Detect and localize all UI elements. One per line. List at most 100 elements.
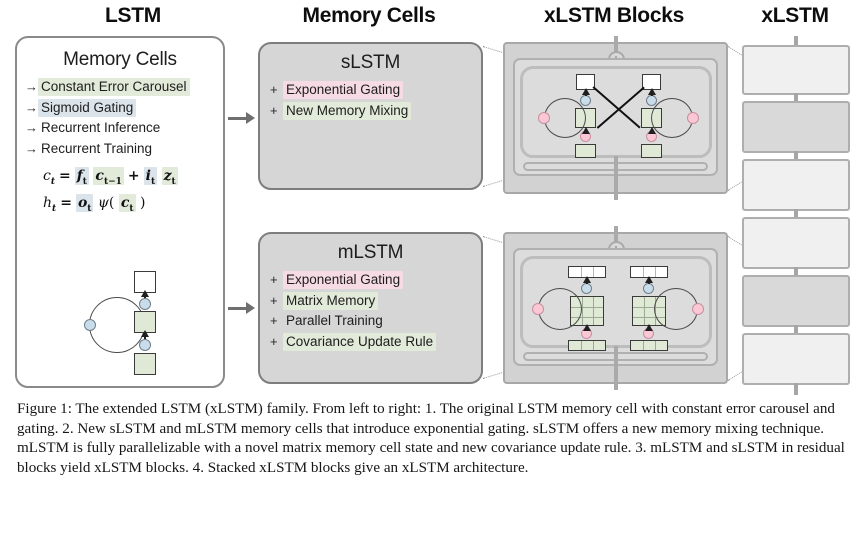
output-gate-circle [581,283,592,294]
eq-sym-c: c [43,168,51,185]
input-cell [641,144,662,158]
arrow-bullet-icon: → [25,120,38,136]
eq-sub-t: t [150,176,156,187]
feature-label: Matrix Memory [283,291,379,310]
list-item: + Exponential Gating [270,81,481,99]
lstm-feature-list: → Constant Error Carousel → Sigmoid Gating… [17,78,223,157]
column-title-memory-cells: Memory Cells [302,4,436,27]
residual-output-stem [614,156,618,200]
eq-sym-z: z [163,168,172,185]
feature-label: Constant Error Carousel [38,78,190,96]
arrow-up-icon [581,127,590,134]
stack-block-3 [742,159,850,211]
lstm-equations: ct = ft ct−1 + it zt ht = ot ψ( ct ) [43,167,223,214]
recurrence-loop [544,98,586,138]
plus-bullet-icon: + [270,102,278,118]
gate-circle-blue [84,319,96,331]
covariance-update-circle [692,303,704,315]
memory-mix-circle [538,112,550,124]
mlstm-feature-list: + Exponential Gating + Matrix Memory + Para… [260,271,481,352]
mlstm-panel-title: mLSTM [337,242,404,263]
residual-output-stem [614,346,618,390]
arrow-up-icon [140,330,149,337]
arrow-up-icon [644,276,653,283]
eq-equals: = [60,194,72,211]
feature-label: New Memory Mixing [283,101,412,120]
input-cell [575,144,596,158]
arrow-up-icon [140,290,149,297]
plus-bullet-icon: + [270,334,278,350]
xlstm-block-slstm [503,36,728,200]
equation-cell-state: ct = ft ct−1 + it zt [43,167,223,187]
feature-label: Parallel Training [286,313,383,329]
eq-sym-h: h [43,194,53,211]
arrow-bullet-icon: → [25,99,38,115]
feature-label: Recurrent Training [41,141,153,157]
list-item: → Recurrent Training [25,141,223,157]
slstm-feature-list: + Exponential Gating + New Memory Mixing [260,81,481,120]
memory-mix-circle [687,112,699,124]
memory-mixing-arrow [592,86,641,129]
lstm-panel-title: Memory Cells [63,49,177,70]
feature-label: Exponential Gating [283,81,404,99]
list-item: + Matrix Memory [270,291,481,310]
arrow-bullet-icon: → [25,79,38,94]
slstm-cell-diagram [530,72,705,158]
residual-input-stem [614,36,618,52]
stack-block-5 [742,275,850,327]
mlstm-memory-cell-panel: mLSTM + Exponential Gating + Matrix Memory… [258,232,483,384]
stack-block-4 [742,217,850,269]
arrow-up-icon [647,88,656,95]
plus-bullet-icon: + [270,313,278,329]
eq-equals: = [59,168,71,185]
connector-arrow-to-mlstm [228,300,258,316]
input-square [134,353,156,375]
arrow-bullet-icon: → [25,141,38,157]
list-item: → Constant Error Carousel [25,78,223,96]
list-item: → Sigmoid Gating [25,98,223,117]
plus-bullet-icon: + [270,292,278,308]
list-item: + New Memory Mixing [270,101,481,120]
list-item: → Recurrent Inference [25,121,223,135]
lstm-memory-cell-panel: Memory Cells → Constant Error Carousel → S… [15,36,225,388]
arrow-up-icon [644,324,653,331]
arrow-up-icon [582,324,591,331]
arrow-up-icon [582,276,591,283]
input-gate-circle [139,339,151,351]
eq-sub-t: t [82,176,87,187]
arrow-up-icon [581,88,590,95]
recurrence-loop [538,288,582,330]
list-item: + Parallel Training [270,314,481,328]
column-title-xlstm: xLSTM [761,4,829,27]
feature-label: Recurrent Inference [41,120,161,136]
slstm-memory-cell-panel: sLSTM + Exponential Gating + New Memory Mi… [258,42,483,190]
eq-sym-c: c [95,168,104,185]
eq-sub-t: t [87,203,92,214]
xlstm-block-mlstm [503,226,728,390]
lstm-cell-diagram [79,265,171,377]
slstm-panel-title: sLSTM [340,52,401,73]
figure-caption: Figure 1: The extended LSTM (xLSTM) fami… [17,401,845,476]
plus-bullet-icon: + [270,272,278,287]
eq-plus: + [127,168,140,185]
equation-hidden-state: ht = ot ψ( ct ) [43,193,146,214]
stack-block-2 [742,101,850,153]
memory-mixing-arrow [596,86,645,129]
stack-stem [794,383,798,395]
covariance-update-circle [532,303,544,315]
output-gate-circle [139,298,151,310]
eq-sym-o: o [77,194,88,211]
output-gate-circle [643,283,654,294]
eq-sub-t-1: t−1 [103,176,122,187]
mlstm-cell-diagram [530,262,705,351]
stack-block-1 [742,45,850,95]
input-vector [568,340,606,351]
connector-arrow-to-slstm [228,110,258,126]
list-item: + Exponential Gating [270,271,481,289]
stack-block-6 [742,333,850,385]
figure-xlstm-family: LSTM Memory Cells xLSTM Blocks xLSTM Mem… [0,0,860,534]
residual-input-stem [614,226,618,242]
eq-sym-psi: ψ [97,194,109,211]
arrow-up-icon [647,127,656,134]
feature-label: Sigmoid Gating [38,98,137,117]
